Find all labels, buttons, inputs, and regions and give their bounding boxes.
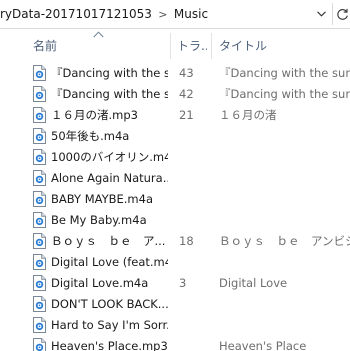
file-row[interactable]: Hard to Say I'm Sorr...: [0, 315, 350, 336]
file-track-number: 42: [179, 87, 194, 101]
file-row[interactable]: 1000のバイオリン.m4a: [0, 147, 350, 168]
file-title: [219, 168, 350, 189]
file-name: 50年後も.m4a: [51, 129, 130, 143]
file-title: 『Dancing with the sunsh: [219, 66, 350, 80]
file-title: [219, 189, 350, 210]
file-track-number: 18: [179, 234, 194, 248]
address-dropdown-button[interactable]: [313, 4, 330, 24]
file-title: [219, 252, 350, 273]
chevron-down-icon: [317, 11, 326, 17]
file-row[interactable]: Digital Love (feat.m4a: [0, 252, 350, 273]
file-track-number: 43: [179, 66, 194, 80]
breadcrumb: ryData-20171017121053 > Music: [0, 0, 210, 28]
sort-ascending-icon: [93, 31, 104, 38]
file-name: １６月の渚.mp3: [51, 108, 138, 122]
file-name: 『Dancing with the s...: [51, 87, 168, 101]
file-track-number: [179, 189, 207, 210]
file-title: [219, 126, 350, 147]
file-title: [219, 294, 350, 315]
audio-file-icon: [33, 170, 46, 186]
file-row[interactable]: Be My Baby.m4a: [0, 210, 350, 231]
refresh-button[interactable]: [332, 3, 350, 25]
file-title: １６月の渚: [219, 108, 277, 122]
audio-file-icon: [33, 317, 46, 333]
refresh-icon: [336, 8, 348, 20]
breadcrumb-item-music[interactable]: Music: [172, 7, 210, 21]
file-title: Heaven's Place: [219, 339, 307, 351]
file-row[interactable]: BABY MAYBE.m4a: [0, 189, 350, 210]
audio-file-icon: [33, 191, 46, 207]
address-bar[interactable]: ryData-20171017121053 > Music: [0, 0, 350, 29]
file-name: Digital Love (feat.m4a: [51, 255, 168, 269]
file-track-number: 3: [179, 276, 187, 290]
file-title: [219, 210, 350, 231]
audio-file-icon: [33, 86, 46, 102]
file-row[interactable]: Heaven's Place.mp3 Heaven's Place: [0, 336, 350, 351]
column-resize-handle-name[interactable]: [170, 33, 171, 59]
file-track-number: [179, 168, 207, 189]
column-header: 名前 トラ... タイトル: [0, 29, 350, 61]
file-name: Ｂｏｙｓ ｂｅ ア...: [51, 234, 166, 248]
audio-file-icon: [33, 296, 46, 312]
column-resize-handle-track[interactable]: [211, 33, 212, 59]
file-name: Be My Baby.m4a: [51, 213, 147, 227]
file-row[interactable]: 50年後も.m4a: [0, 126, 350, 147]
file-row[interactable]: DON'T LOOK BACK....: [0, 294, 350, 315]
file-track-number: [179, 315, 207, 336]
audio-file-icon: [33, 128, 46, 144]
audio-file-icon: [33, 149, 46, 165]
chevron-right-icon[interactable]: >: [154, 8, 172, 21]
file-name: Digital Love.m4a: [51, 276, 149, 290]
file-name: BABY MAYBE.m4a: [51, 192, 153, 206]
breadcrumb-item-parent[interactable]: ryData-20171017121053: [0, 7, 154, 21]
audio-file-icon: [33, 233, 46, 249]
file-name: 1000のバイオリン.m4a: [51, 150, 168, 164]
file-title: Ｂｏｙｓ ｂｅ アンビシ: [219, 234, 350, 248]
file-title: [219, 315, 350, 336]
audio-file-icon: [33, 275, 46, 291]
file-name: Hard to Say I'm Sorr...: [51, 318, 168, 332]
file-title: 『Dancing with the sunsh: [219, 87, 350, 101]
file-name: DON'T LOOK BACK....: [51, 297, 168, 311]
column-header-track[interactable]: トラ...: [177, 29, 207, 61]
file-track-number: [179, 294, 207, 315]
file-row[interactable]: Ｂｏｙｓ ｂｅ ア... 18 Ｂｏｙｓ ｂｅ アンビシ: [0, 231, 350, 252]
file-track-number: [179, 147, 207, 168]
file-track-number: [179, 126, 207, 147]
file-track-number: 21: [179, 108, 194, 122]
file-track-number: [179, 336, 207, 351]
file-row[interactable]: 『Dancing with the s... 43 『Dancing with …: [0, 63, 350, 84]
file-row[interactable]: Alone Again Natura...: [0, 168, 350, 189]
file-name: Alone Again Natura...: [51, 171, 168, 185]
file-track-number: [179, 210, 207, 231]
column-header-title[interactable]: タイトル: [219, 29, 350, 61]
file-row[interactable]: １６月の渚.mp3 21 １６月の渚: [0, 105, 350, 126]
file-row[interactable]: Digital Love.m4a 3 Digital Love: [0, 273, 350, 294]
file-row[interactable]: 『Dancing with the s... 42 『Dancing with …: [0, 84, 350, 105]
file-name: 『Dancing with the s...: [51, 66, 168, 80]
audio-file-icon: [33, 65, 46, 81]
file-title: [219, 147, 350, 168]
audio-file-icon: [33, 338, 46, 351]
file-name: Heaven's Place.mp3: [51, 339, 168, 351]
audio-file-icon: [33, 107, 46, 123]
audio-file-icon: [33, 212, 46, 228]
explorer-window: ryData-20171017121053 > Music 名前 トラ... タ…: [0, 0, 350, 351]
file-track-number: [179, 252, 207, 273]
file-title: Digital Love: [219, 276, 288, 290]
audio-file-icon: [33, 254, 46, 270]
